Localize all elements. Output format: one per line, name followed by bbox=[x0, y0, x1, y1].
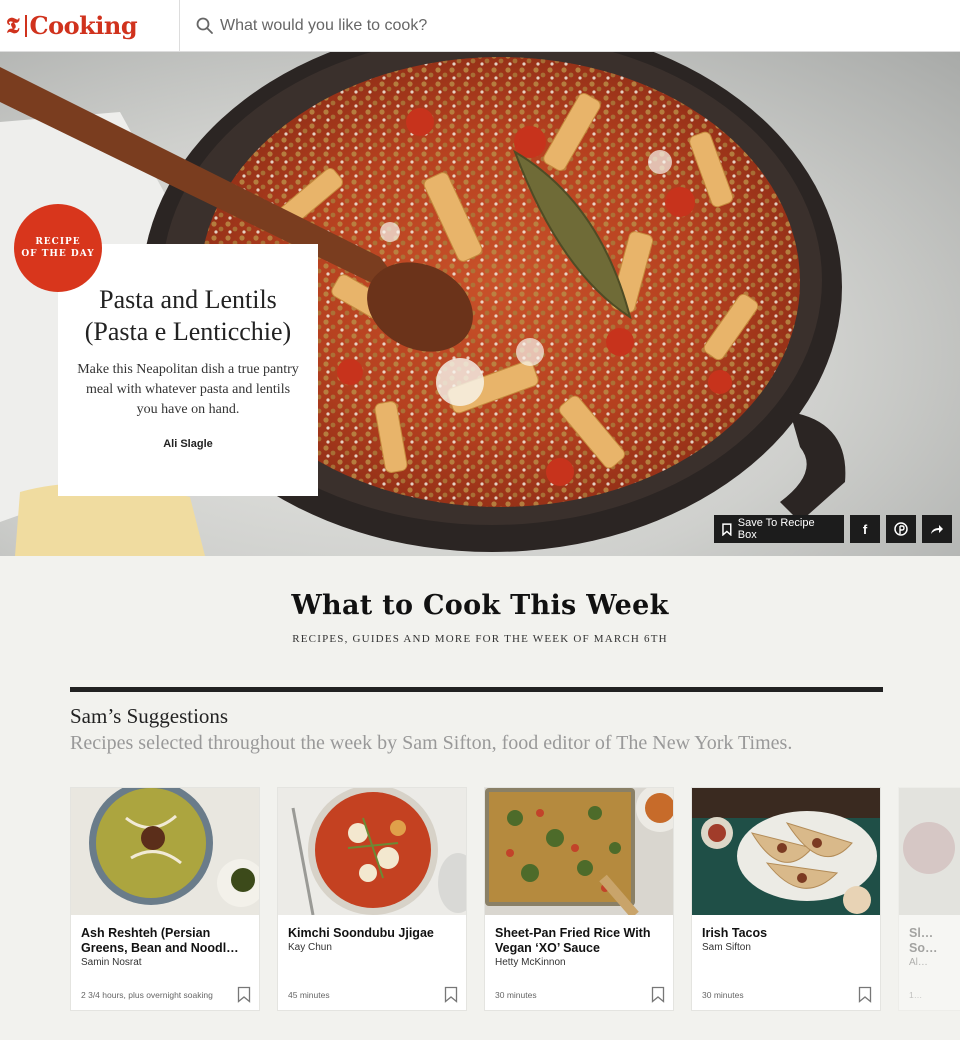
facebook-icon: f bbox=[862, 521, 868, 537]
recipe-author: Samin Nosrat bbox=[81, 957, 142, 968]
nyt-t-logo-icon: 𝕿 bbox=[6, 12, 20, 39]
facebook-share-button[interactable]: f bbox=[850, 515, 880, 543]
recipe-title[interactable]: Irish Tacos bbox=[702, 926, 874, 941]
recipe-card-partial[interactable]: Sl… So… Al… 1… bbox=[898, 787, 960, 1011]
recipe-time: 30 minutes bbox=[495, 990, 537, 1000]
hero-recipe-author[interactable]: Ali Slagle bbox=[76, 438, 300, 450]
recipe-time: 2 3/4 hours, plus overnight soaking bbox=[81, 990, 213, 1000]
hero-recipe-title[interactable]: Pasta and Lentils (Pasta e Lenticchie) bbox=[76, 284, 300, 348]
bookmark-icon[interactable] bbox=[237, 986, 251, 1003]
recipe-of-the-day-badge: RECIPE OF THE DAY bbox=[14, 204, 102, 292]
logo-text: Cooking bbox=[29, 11, 138, 40]
recipe-author: Al… bbox=[909, 957, 928, 968]
recipe-time: 30 minutes bbox=[702, 990, 744, 1000]
recipe-time: 1… bbox=[909, 990, 923, 1000]
cooking-logo[interactable]: 𝕿 Cooking bbox=[0, 0, 180, 52]
hero-recipe-description: Make this Neapolitan dish a true pantry … bbox=[77, 362, 299, 417]
search-icon[interactable] bbox=[196, 17, 214, 35]
recipe-title[interactable]: Sheet-Pan Fried Rice With Vegan ‘XO’ Sau… bbox=[495, 926, 667, 956]
recipe-time: 45 minutes bbox=[288, 990, 330, 1000]
recipe-image bbox=[485, 788, 673, 915]
save-to-recipe-box-button[interactable]: Save To Recipe Box bbox=[714, 515, 844, 543]
recipe-of-the-day-hero[interactable]: RECIPE OF THE DAY Pasta and Lentils (Pas… bbox=[0, 52, 960, 556]
search-input[interactable] bbox=[220, 16, 820, 35]
section-title: What to Cook This Week bbox=[291, 590, 669, 621]
recipe-author: Kay Chun bbox=[288, 942, 332, 953]
recipe-title[interactable]: Ash Reshteh (Persian Greens, Bean and No… bbox=[81, 926, 253, 956]
recipe-author: Sam Sifton bbox=[702, 942, 751, 953]
recipe-image bbox=[899, 788, 960, 915]
logo-divider bbox=[24, 14, 27, 37]
collection-title[interactable]: Sam’s Suggestions bbox=[70, 704, 228, 729]
section-divider bbox=[70, 687, 883, 692]
pinterest-icon bbox=[894, 522, 908, 536]
badge-line-2: OF THE DAY bbox=[21, 249, 95, 259]
recipe-title[interactable]: Sl… So… bbox=[909, 926, 959, 956]
bookmark-icon[interactable] bbox=[858, 986, 872, 1003]
site-header: 𝕿 Cooking bbox=[0, 0, 960, 52]
section-subtitle: RECIPES, GUIDES AND MORE FOR THE WEEK OF… bbox=[292, 633, 668, 645]
collection-description: Recipes selected throughout the week by … bbox=[70, 732, 793, 754]
recipe-author: Hetty McKinnon bbox=[495, 957, 566, 968]
recipe-image bbox=[278, 788, 466, 915]
bookmark-icon[interactable] bbox=[444, 986, 458, 1003]
share-icon bbox=[931, 525, 943, 534]
recipe-card[interactable]: Ash Reshteh (Persian Greens, Bean and No… bbox=[70, 787, 260, 1011]
pinterest-share-button[interactable] bbox=[886, 515, 916, 543]
save-label: Save To Recipe Box bbox=[737, 517, 815, 541]
share-button[interactable] bbox=[922, 515, 952, 543]
recipe-title[interactable]: Kimchi Soondubu Jjigae bbox=[288, 926, 460, 941]
hero-recipe-card[interactable]: Pasta and Lentils (Pasta e Lenticchie) M… bbox=[58, 244, 318, 496]
hero-action-buttons: Save To Recipe Box f bbox=[714, 515, 952, 543]
recipe-card[interactable]: Irish Tacos Sam Sifton 30 minutes bbox=[691, 787, 881, 1011]
recipe-card[interactable]: Sheet-Pan Fried Rice With Vegan ‘XO’ Sau… bbox=[484, 787, 674, 1011]
search-bar bbox=[180, 0, 960, 52]
recipe-image bbox=[71, 788, 259, 915]
recipe-image bbox=[692, 788, 880, 915]
bookmark-icon[interactable] bbox=[651, 986, 665, 1003]
badge-line-1: RECIPE bbox=[35, 237, 81, 247]
bookmark-icon bbox=[722, 522, 732, 536]
recipe-card[interactable]: Kimchi Soondubu Jjigae Kay Chun 45 minut… bbox=[277, 787, 467, 1011]
